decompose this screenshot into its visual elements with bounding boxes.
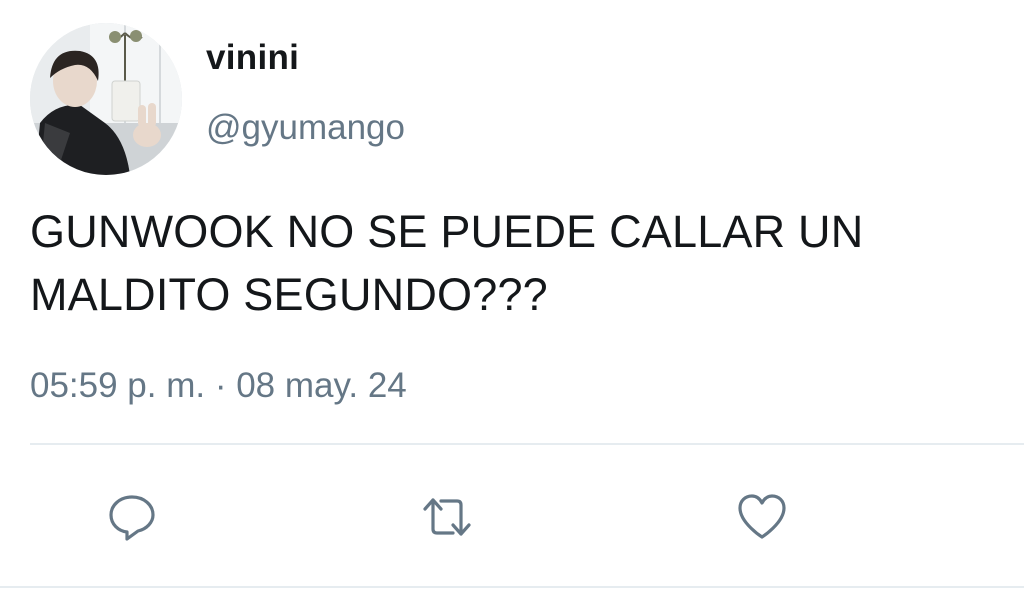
avatar[interactable] (30, 23, 182, 175)
reply-button[interactable] (102, 487, 162, 547)
avatar-image (30, 23, 182, 175)
tweet-text: GUNWOOK NO SE PUEDE CALLAR UN MALDITO SE… (30, 206, 864, 320)
retweet-icon (423, 498, 471, 536)
user-handle[interactable]: @gyumango (206, 108, 405, 148)
like-button[interactable] (732, 487, 792, 547)
bottom-divider (0, 586, 1024, 588)
tweet-card: vinini @gyumango GUNWOOK NO SE PUEDE CAL… (0, 0, 1024, 603)
retweet-button[interactable] (417, 487, 477, 547)
reply-icon (109, 495, 155, 541)
divider (30, 443, 1024, 445)
heart-icon (738, 494, 786, 539)
tweet-timestamp[interactable]: 05:59 p. m. · 08 may. 24 (30, 366, 407, 406)
display-name[interactable]: vinini (206, 38, 299, 78)
